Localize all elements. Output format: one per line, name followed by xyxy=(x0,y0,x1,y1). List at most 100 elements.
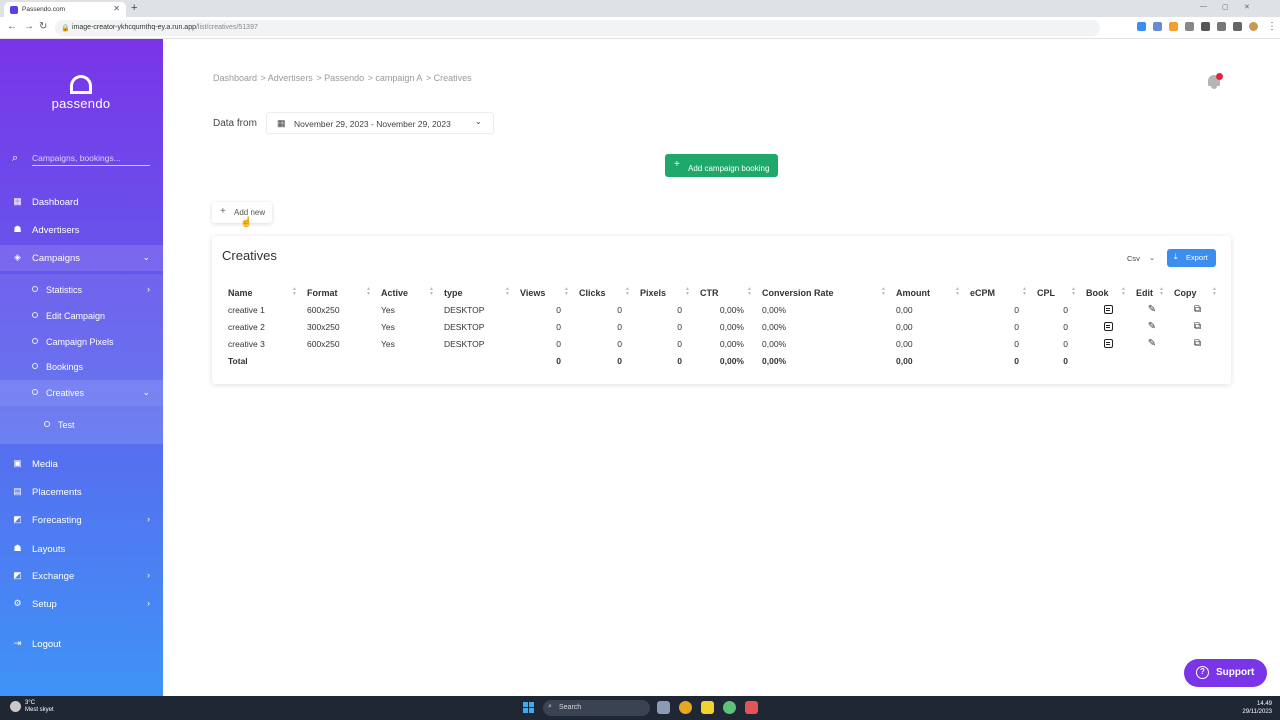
download-icon: ⤓ xyxy=(1174,252,1178,261)
cell-ctr: 0,00% xyxy=(719,355,744,366)
column-header[interactable]: Conversion Rate ▲ ▼ xyxy=(756,284,890,301)
sort-icon: ▲ ▼ xyxy=(1159,286,1164,297)
url-host: image-creator-ykhcqumthq-ey.a.run.app xyxy=(72,24,196,31)
sidebar-item-exchange[interactable]: ◩ Exchange › xyxy=(0,563,163,589)
copy-action[interactable]: ⧉ xyxy=(1168,335,1221,352)
layouts-icon: ☗ xyxy=(13,543,22,553)
copy-action[interactable]: ⧉ xyxy=(1168,318,1221,335)
book-action[interactable] xyxy=(1080,318,1130,335)
sidebar-item-layouts[interactable]: ☗ Layouts xyxy=(0,536,163,562)
column-header[interactable]: eCPM ▲ ▼ xyxy=(964,284,1031,301)
breadcrumb-item[interactable]: Advertisers xyxy=(268,73,313,83)
maximize-icon[interactable]: ▢ xyxy=(1222,3,1229,11)
chrome-icon[interactable] xyxy=(679,701,692,714)
export-button[interactable]: ⤓ Export xyxy=(1167,249,1216,267)
copy-action[interactable]: ⧉ xyxy=(1168,301,1221,318)
add-campaign-booking-button[interactable]: + Add campaign booking xyxy=(665,154,778,177)
column-header[interactable]: CTR ▲ ▼ xyxy=(694,284,756,301)
forward-icon[interactable]: → xyxy=(24,21,34,32)
file-explorer-icon[interactable] xyxy=(657,701,670,714)
sidebar-item-setup[interactable]: ⚙ Setup › xyxy=(0,591,163,617)
book-action[interactable] xyxy=(1080,335,1130,352)
extension-icon[interactable] xyxy=(1185,22,1194,31)
taskbar-clock[interactable]: 14.49 29/11/2023 xyxy=(1242,700,1272,716)
sidebar-item-label: Setup xyxy=(32,599,57,610)
export-format-select[interactable]: Csv ⌄ xyxy=(1120,250,1158,267)
bullet-icon xyxy=(44,421,50,427)
sidebar-item-advertisers[interactable]: ☗ Advertisers xyxy=(0,217,163,243)
book-action[interactable] xyxy=(1080,301,1130,318)
column-header[interactable]: Format ▲ ▼ xyxy=(301,284,375,301)
column-header[interactable]: Clicks ▲ ▼ xyxy=(573,284,634,301)
cell-conversion-rate: 0,00% xyxy=(762,304,787,315)
close-tab-icon[interactable]: ✕ xyxy=(113,4,120,13)
app-icon[interactable] xyxy=(745,701,758,714)
column-header[interactable]: type ▲ ▼ xyxy=(438,284,514,301)
sidebar-subitem-statistics[interactable]: Statistics › xyxy=(0,277,163,303)
sidebar: passendo ⌕ ▦ Dashboard ☗ Advertisers ◈ C… xyxy=(0,39,163,696)
sidebar-subitem-bookings[interactable]: Bookings xyxy=(0,354,163,380)
chevron-down-icon: ⌄ xyxy=(142,252,150,262)
date-range-picker[interactable]: ▦ November 29, 2023 - November 29, 2023 … xyxy=(266,112,494,134)
sidebar-item-campaigns[interactable]: ◈ Campaigns ⌄ xyxy=(0,245,163,271)
edit-action[interactable]: ✎ xyxy=(1130,335,1168,352)
column-header[interactable]: Copy ▲ ▼ xyxy=(1168,284,1221,301)
sidebar-item-logout[interactable]: ⇥ Logout xyxy=(0,631,163,657)
column-header[interactable]: Active ▲ ▼ xyxy=(375,284,438,301)
column-header[interactable]: Book ▲ ▼ xyxy=(1080,284,1130,301)
sidebar-item-label: Dashboard xyxy=(32,197,79,208)
sidebar-subitem-test[interactable]: Test xyxy=(0,412,163,438)
breadcrumb-item[interactable]: Dashboard xyxy=(213,73,257,83)
column-header[interactable]: CPL ▲ ▼ xyxy=(1031,284,1080,301)
windows-start-icon[interactable] xyxy=(523,702,535,714)
sidebar-item-media[interactable]: ▣ Media xyxy=(0,451,163,477)
taskbar-search[interactable]: ⌕ Search xyxy=(543,700,650,716)
column-header[interactable]: Pixels ▲ ▼ xyxy=(634,284,694,301)
logo[interactable]: passendo xyxy=(49,75,113,111)
column-header[interactable]: Amount ▲ ▼ xyxy=(890,284,964,301)
sidebar-item-placements[interactable]: ▤ Placements xyxy=(0,479,163,505)
profile-avatar[interactable] xyxy=(1249,22,1258,31)
copy-icon: ⧉ xyxy=(1193,338,1202,349)
sidepanel-icon[interactable] xyxy=(1233,22,1242,31)
breadcrumb-item[interactable]: Passendo xyxy=(324,73,364,83)
layers-icon: ◈ xyxy=(14,252,21,262)
extension-icon[interactable] xyxy=(1169,22,1178,31)
sidebar-subitem-campaign-pixels[interactable]: Campaign Pixels xyxy=(0,329,163,355)
sidebar-subitem-edit-campaign[interactable]: Edit Campaign xyxy=(0,303,163,329)
reload-icon[interactable]: ↻ xyxy=(39,21,47,32)
back-icon[interactable]: ← xyxy=(7,21,17,32)
minimize-icon[interactable]: — xyxy=(1200,3,1207,10)
sidebar-subitem-creatives[interactable]: Creatives ⌄ xyxy=(0,380,163,406)
sidebar-search-input[interactable] xyxy=(32,151,150,166)
menu-kebab-icon[interactable]: ⋮ xyxy=(1267,21,1277,32)
extensions-puzzle-icon[interactable] xyxy=(1201,22,1210,31)
app-icon[interactable] xyxy=(723,701,736,714)
table-row: creative 3 600x250 Yes DESKTOP 0 0 0 0,0… xyxy=(222,335,1221,352)
document-icon: ▤ xyxy=(13,486,22,496)
sidebar-item-forecasting[interactable]: ◩ Forecasting › xyxy=(0,507,163,533)
sticky-notes-icon[interactable] xyxy=(701,701,714,714)
url-field[interactable]: 🔒 image-creator-ykhcqumthq-ey.a.run.app/… xyxy=(55,20,1100,36)
column-header[interactable]: Edit ▲ ▼ xyxy=(1130,284,1168,301)
sort-icon: ▲ ▼ xyxy=(429,286,434,297)
favicon-icon xyxy=(10,6,18,14)
breadcrumb-item[interactable]: campaign A xyxy=(375,73,422,83)
notification-bell-icon[interactable] xyxy=(1206,73,1223,89)
download-icon[interactable] xyxy=(1217,22,1226,31)
close-window-icon[interactable]: ✕ xyxy=(1244,3,1250,11)
column-header[interactable]: Views ▲ ▼ xyxy=(514,284,573,301)
sidebar-item-dashboard[interactable]: ▦ Dashboard xyxy=(0,189,163,215)
cell-clicks: 0 xyxy=(617,321,622,332)
cell-conversion-rate: 0,00% xyxy=(762,338,787,349)
support-button[interactable]: ? Support xyxy=(1184,659,1267,687)
edit-action[interactable]: ✎ xyxy=(1130,318,1168,335)
column-header[interactable]: Name ▲ ▼ xyxy=(222,284,301,301)
book-icon xyxy=(1103,321,1113,331)
browser-tab[interactable]: Passendo.com ✕ xyxy=(4,2,126,17)
extension-icon[interactable] xyxy=(1137,22,1146,31)
edit-action[interactable]: ✎ xyxy=(1130,301,1168,318)
cell-active: Yes xyxy=(381,338,395,349)
new-tab-icon[interactable]: + xyxy=(131,2,137,14)
extension-icon[interactable] xyxy=(1153,22,1162,31)
